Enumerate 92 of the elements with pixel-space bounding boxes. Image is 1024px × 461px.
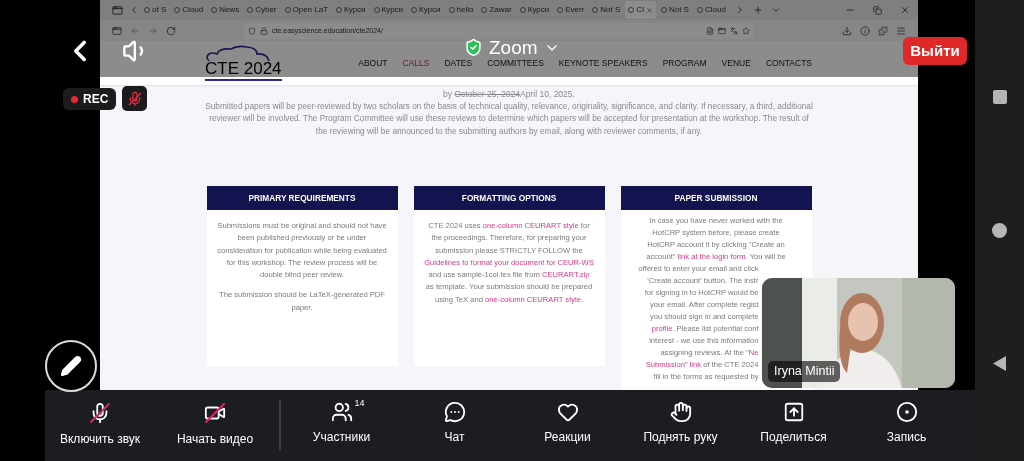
nav-link[interactable]: CONTACTS <box>765 56 812 70</box>
tab-title: Курси <box>527 4 550 17</box>
nav-link[interactable]: DATES <box>444 56 473 70</box>
extensions-icon[interactable] <box>878 25 888 36</box>
tab-title: News <box>219 4 240 17</box>
recording-badge: REC <box>63 88 117 110</box>
nav-link[interactable]: ABOUT <box>358 56 388 70</box>
tab-title: Cloud <box>704 4 726 17</box>
nav-link[interactable]: CALLS <box>402 56 430 70</box>
card-header: PRIMARY REQUIREMENTS <box>206 186 398 210</box>
pencil-icon <box>60 355 82 377</box>
card-header: FORMATTING OPTIONS <box>413 186 605 210</box>
toolbar-button[interactable]: Чат <box>398 390 511 461</box>
toolbar-button[interactable]: Реакции <box>511 390 624 461</box>
participants-icon <box>330 401 353 423</box>
record-icon <box>895 401 918 423</box>
toolbar-button[interactable]: 14 Участники <box>285 390 398 461</box>
browser-tab[interactable]: Not S <box>589 1 624 20</box>
back-icon[interactable] <box>993 356 1006 371</box>
heart-icon <box>556 401 579 423</box>
tab-title: Курси <box>381 4 404 17</box>
reader-icon[interactable] <box>706 26 714 35</box>
lock-icon <box>260 26 268 35</box>
tab-title: Cloud <box>182 4 204 17</box>
toolbar-button[interactable]: Поднять руку <box>624 390 737 461</box>
participant-name: Iryna Mintii <box>768 361 841 382</box>
chat-icon <box>443 401 466 423</box>
logo-text[interactable]: CTE 2024 <box>205 58 282 81</box>
tab-title: Open LaT <box>292 4 329 17</box>
share-icon <box>782 401 805 423</box>
tab-title: ot S <box>152 4 167 17</box>
meeting-title[interactable]: Zoom <box>464 37 560 58</box>
info-icon[interactable] <box>860 25 870 36</box>
video-off-icon <box>203 401 227 425</box>
toolbar-button[interactable]: Включить звук <box>45 390 155 461</box>
menu-icon[interactable] <box>896 25 906 36</box>
browser-tab[interactable]: News <box>208 1 243 20</box>
browser-tab[interactable]: Not S <box>657 1 692 20</box>
participant-count: 14 <box>354 397 365 410</box>
toolbar-button[interactable]: Поделиться <box>737 390 850 461</box>
tab-title: Cl <box>636 4 644 17</box>
hand-icon <box>669 401 692 423</box>
browser-tab[interactable]: Zawar <box>478 1 515 20</box>
card-header: PAPER SUBMISSION <box>620 186 812 210</box>
tab-title: Cyber <box>255 4 277 17</box>
tab-title: Курси <box>344 4 366 17</box>
browser-tab[interactable]: Курси <box>370 1 407 20</box>
tab-view-icon[interactable] <box>112 4 123 16</box>
star-icon[interactable] <box>742 26 750 35</box>
toolbar-button[interactable]: Начать видео <box>155 390 275 461</box>
scroll-left-icon[interactable] <box>129 5 139 16</box>
nav-link[interactable]: KEYNOTE SPEAKERS <box>558 56 648 70</box>
browser-tab[interactable]: Курси <box>516 1 553 20</box>
browser-tab[interactable]: Курси <box>408 1 444 20</box>
deadline-text: by October 25, 2024April 10, 2025. <box>443 87 575 100</box>
browser-tab[interactable]: Курси <box>333 1 369 20</box>
muted-mic-icon <box>126 90 143 107</box>
browser-tab[interactable]: ot S <box>141 1 170 20</box>
browser-tab[interactable]: Everr <box>554 1 588 20</box>
shield-icon <box>248 26 256 35</box>
tab-title: Not S <box>600 4 621 17</box>
tab-title: Курси <box>419 4 441 17</box>
download-icon[interactable] <box>842 25 852 36</box>
browser-tab[interactable]: Cl <box>625 1 656 20</box>
browser-tab[interactable]: Cyber <box>244 1 280 20</box>
nav-link[interactable]: VENUE <box>721 56 751 70</box>
picture-in-picture-icon[interactable] <box>718 26 726 35</box>
browser-tab[interactable]: Cloud <box>693 1 729 20</box>
reload-icon[interactable] <box>166 25 176 36</box>
browser-tab[interactable]: Cloud <box>171 1 207 20</box>
recents-icon[interactable] <box>992 90 1007 104</box>
muted-mic-icon <box>88 401 112 425</box>
tab-title: Everr <box>565 4 585 17</box>
close-icon[interactable] <box>645 6 653 14</box>
translate-icon[interactable] <box>730 26 738 35</box>
browser-tab[interactable]: Open LaT <box>281 1 332 20</box>
toolbar-button[interactable]: Запись <box>850 390 963 461</box>
home-icon[interactable] <box>992 222 1007 238</box>
review-text: Submitted papers will be peer-reviewed by two scholars on the basis of technical quality, relevance, originality, significance, and clarity. If necessary, a third, additional reviewer will be involved. The Program Committee will use these reviews to determine which papers will be accepted for presentation at the workshop. The result of the reviewing will be announced to the submitting authors by email, along with reviewer comments, if any. <box>204 99 814 137</box>
tab-title: Not S <box>668 4 689 17</box>
forward-icon[interactable] <box>148 25 158 36</box>
sidebar-icon[interactable] <box>112 25 122 36</box>
close-icon[interactable] <box>900 5 910 16</box>
browser-tab[interactable]: hello <box>445 1 477 20</box>
new-tab-icon[interactable] <box>752 5 763 16</box>
tab-title: hello <box>456 4 474 17</box>
nav-link[interactable]: COMMITTEES <box>487 56 544 70</box>
tab-title: Zawar <box>489 4 512 17</box>
nav-link[interactable]: PROGRAM <box>662 56 707 70</box>
restore-icon[interactable] <box>873 5 882 15</box>
muted-mic-button[interactable] <box>122 86 147 111</box>
leave-button[interactable]: Выйти <box>903 37 967 65</box>
